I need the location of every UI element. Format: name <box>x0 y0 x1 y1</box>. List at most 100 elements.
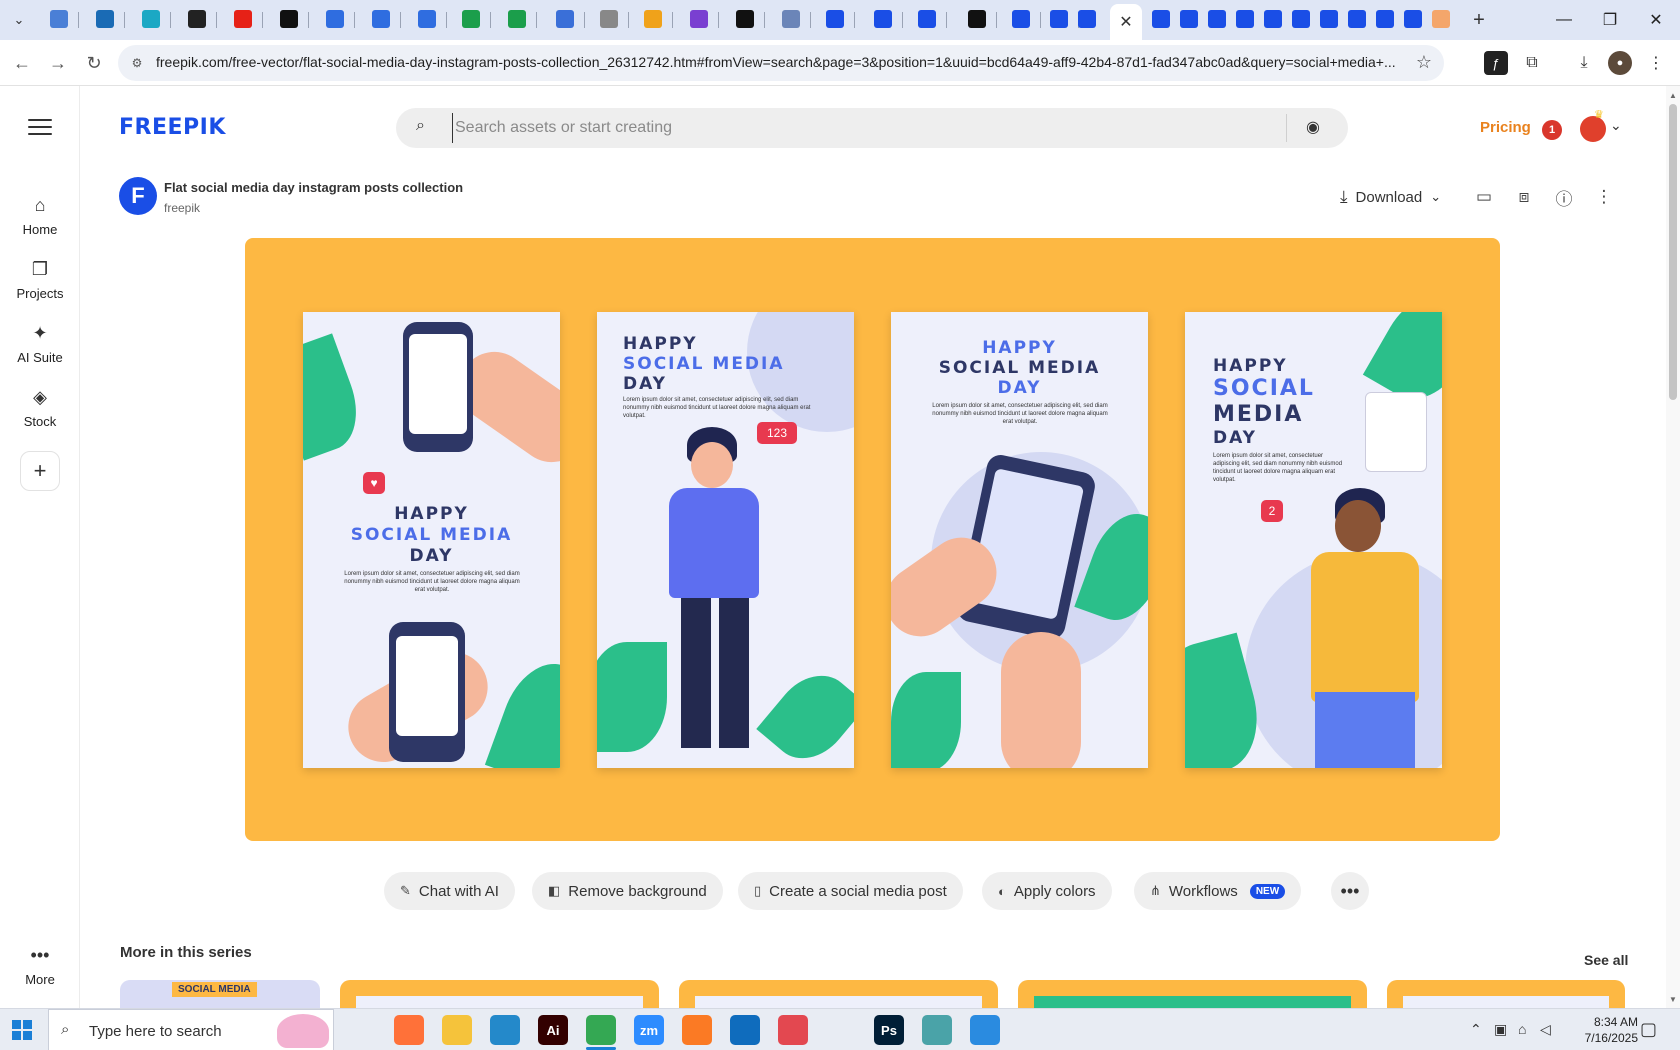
outlook-icon[interactable] <box>730 1015 760 1045</box>
openai-icon[interactable] <box>188 10 206 28</box>
add-to-collection-icon[interactable]: ▭ <box>1472 185 1496 209</box>
see-all-link[interactable]: See all <box>1584 952 1628 968</box>
task-view-icon[interactable] <box>346 1015 376 1045</box>
freepik-icon[interactable] <box>1292 10 1310 28</box>
author-avatar[interactable]: F <box>119 177 157 215</box>
freepik-icon[interactable] <box>1236 10 1254 28</box>
create-social-media-post-button[interactable]: ▯ Create a social media post <box>738 872 963 910</box>
more-options-icon[interactable]: ⋮ <box>1592 185 1616 209</box>
freepik-icon[interactable] <box>1180 10 1198 28</box>
docs-icon[interactable] <box>372 10 390 28</box>
lambda-icon[interactable] <box>736 10 754 28</box>
windows-start-icon[interactable] <box>12 1020 32 1040</box>
firefox-icon[interactable] <box>394 1015 424 1045</box>
workflows-button[interactable]: ⋔ Workflows NEW <box>1134 872 1302 910</box>
sidebar-item-stock[interactable]: ◈ Stock <box>0 386 80 429</box>
cube-icon[interactable] <box>922 1015 952 1045</box>
bookmark-star-icon[interactable]: ☆ <box>1416 52 1432 73</box>
tab-search-chevron-down-icon[interactable]: ⌄ <box>6 8 32 32</box>
freepik-icon[interactable] <box>1320 10 1338 28</box>
close-tab-icon[interactable]: ✕ <box>1119 12 1132 32</box>
scrollbar-thumb[interactable] <box>1669 104 1677 400</box>
pen-tool-icon[interactable] <box>826 1015 856 1045</box>
scroll-down-icon[interactable]: ▼ <box>1666 992 1680 1006</box>
sidebar-item-more[interactable]: ••• More <box>0 944 80 987</box>
freepik-icon[interactable] <box>1152 10 1170 28</box>
reload-button[interactable]: ↻ <box>80 49 108 77</box>
new-tab-button[interactable]: + <box>1466 8 1492 32</box>
browser-menu-icon[interactable]: ⋮ <box>1644 51 1668 75</box>
crown-icon[interactable] <box>644 10 662 28</box>
search-icon[interactable]: ⌕ <box>416 117 425 135</box>
freepik-icon[interactable] <box>874 10 892 28</box>
illustrator-icon[interactable]: Ai <box>538 1015 568 1045</box>
taskbar-search-box[interactable]: ⌕ Type here to search <box>48 1009 334 1050</box>
sidebar-item-ai-suite[interactable]: ✦ AI Suite <box>0 322 80 365</box>
url-text[interactable]: freepik.com/free-vector/flat-social-medi… <box>156 54 1406 70</box>
info-icon[interactable]: ⓘ <box>1552 185 1576 209</box>
notification-center-icon[interactable]: ▢ <box>1640 1019 1657 1040</box>
sheets-icon[interactable] <box>462 10 480 28</box>
b-icon[interactable] <box>782 10 800 28</box>
add-button[interactable]: + <box>20 451 60 491</box>
address-bar[interactable]: ⚙ freepik.com/free-vector/flat-social-me… <box>118 45 1444 81</box>
freepik-icon[interactable] <box>1376 10 1394 28</box>
freepik-icon[interactable] <box>1208 10 1226 28</box>
sheets-icon[interactable] <box>508 10 526 28</box>
more-actions-button[interactable]: ••• <box>1331 872 1369 910</box>
globe-icon[interactable] <box>50 10 68 28</box>
downloads-icon[interactable]: ⤓ <box>1572 51 1596 75</box>
site-info-icon[interactable]: ⚙ <box>128 54 146 72</box>
docs-icon[interactable] <box>418 10 436 28</box>
braces-icon[interactable] <box>690 10 708 28</box>
creative-cloud-icon[interactable] <box>778 1015 808 1045</box>
series-thumbnail[interactable] <box>1018 980 1367 1010</box>
notification-badge[interactable]: 1 <box>1542 120 1562 140</box>
minimize-window-button[interactable]: — <box>1544 6 1584 34</box>
hamburger-menu-icon[interactable] <box>28 119 52 137</box>
globe-icon[interactable] <box>600 10 618 28</box>
network-icon[interactable]: ⌂ <box>1518 1021 1526 1037</box>
show-hidden-icons-chevron-icon[interactable]: ⌃ <box>1470 1021 1482 1038</box>
forward-button[interactable]: → <box>44 49 72 77</box>
pricing-link[interactable]: Pricing <box>1480 119 1531 136</box>
mu-icon[interactable] <box>556 10 574 28</box>
m-icon[interactable] <box>968 10 986 28</box>
freepik-icon[interactable] <box>1264 10 1282 28</box>
series-thumbnail[interactable] <box>340 980 659 1010</box>
scroll-up-icon[interactable]: ▲ <box>1666 88 1680 102</box>
file-explorer-icon[interactable] <box>442 1015 472 1045</box>
restore-window-button[interactable]: ❐ <box>1590 6 1630 34</box>
freepik-icon[interactable] <box>1078 10 1096 28</box>
photos-icon[interactable] <box>970 1015 1000 1045</box>
photoshop-icon[interactable]: Ps <box>874 1015 904 1045</box>
freepik-icon[interactable] <box>1348 10 1366 28</box>
close-window-button[interactable]: ✕ <box>1636 6 1676 34</box>
apply-colors-button[interactable]: ◐ Apply colors <box>982 872 1112 910</box>
save-to-project-icon[interactable]: ⧈ <box>1512 185 1536 209</box>
extension-fontfinder-icon[interactable]: ƒ <box>1484 51 1508 75</box>
freepik-icon[interactable] <box>826 10 844 28</box>
account-chevron-down-icon[interactable]: ⌄ <box>1610 117 1622 134</box>
freepik-icon[interactable] <box>918 10 936 28</box>
docs-icon[interactable] <box>326 10 344 28</box>
author-name[interactable]: freepik <box>164 201 200 215</box>
freepik-icon[interactable] <box>1012 10 1030 28</box>
bolt-icon[interactable] <box>280 10 298 28</box>
sidebar-item-home[interactable]: ⌂ Home <box>0 194 80 237</box>
meet-now-icon[interactable]: ▣ <box>1494 1021 1507 1038</box>
profile-avatar[interactable]: ● <box>1608 51 1632 75</box>
download-button[interactable]: ⤓ Download ⌄ <box>1340 185 1441 209</box>
series-thumbnail[interactable] <box>679 980 998 1010</box>
remove-background-button[interactable]: ◧ Remove background <box>532 872 723 910</box>
back-button[interactable]: ← <box>8 49 36 77</box>
series-thumbnail[interactable]: SOCIAL MEDIA <box>120 980 320 1010</box>
illustration-icon[interactable] <box>1432 10 1450 28</box>
freepik-logo[interactable]: FREEPIK <box>119 115 226 140</box>
freepik-icon[interactable] <box>1050 10 1068 28</box>
taskbar-clock[interactable]: 8:34 AM 7/16/2025 <box>1558 1014 1638 1046</box>
volume-icon[interactable]: ◁ <box>1540 1021 1551 1038</box>
zoom-icon[interactable]: zm <box>634 1015 664 1045</box>
series-thumbnail[interactable] <box>1387 980 1625 1010</box>
youtube-icon[interactable] <box>234 10 252 28</box>
